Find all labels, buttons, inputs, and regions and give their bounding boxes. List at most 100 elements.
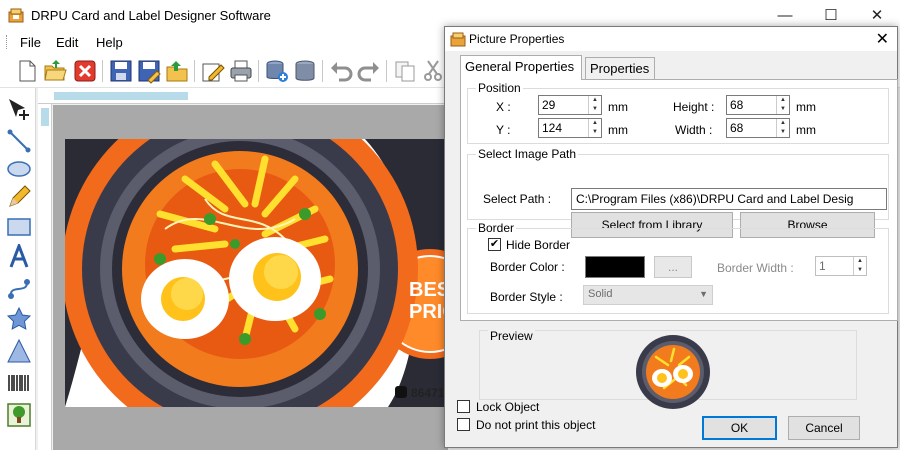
drawing-tools-panel: [0, 88, 36, 450]
phone-icon: [395, 386, 407, 398]
text-tool-icon[interactable]: [6, 244, 32, 270]
toolbar-separator: [194, 60, 195, 82]
border-width-value: 1: [819, 259, 826, 273]
tab-properties[interactable]: Properties: [585, 57, 655, 79]
preview-image: [636, 335, 710, 409]
do-not-print-label: Do not print this object: [476, 418, 596, 432]
select-move-icon[interactable]: [6, 96, 32, 122]
cut-icon[interactable]: [420, 58, 446, 84]
window-title: DRPU Card and Label Designer Software: [31, 8, 271, 23]
height-spinner[interactable]: 68 ▲ ▼: [726, 95, 790, 115]
height-value: 68: [730, 98, 744, 112]
close-document-icon[interactable]: [72, 58, 98, 84]
phone-text: 86471: [411, 386, 445, 400]
toolbar-separator: [102, 60, 103, 82]
dialog-title: Picture Properties: [469, 32, 565, 46]
food-bowl-image[interactable]: [65, 139, 448, 407]
menu-file[interactable]: File: [20, 35, 41, 50]
rectangle-tool-icon[interactable]: [6, 214, 32, 240]
general-properties-panel: Position X : 29 ▲ ▼ mm Y : 124 ▲ ▼ mm Heig…: [460, 79, 898, 321]
do-not-print-checkbox[interactable]: [457, 418, 470, 431]
height-unit: mm: [796, 100, 816, 114]
position-group-title: Position: [476, 81, 523, 95]
y-spinner[interactable]: 124 ▲ ▼: [538, 118, 602, 138]
border-color-more-button[interactable]: ...: [654, 256, 692, 278]
position-group: Position X : 29 ▲ ▼ mm Y : 124 ▲ ▼ mm Heig…: [467, 81, 889, 144]
cancel-button[interactable]: Cancel: [788, 416, 860, 440]
height-label: Height :: [673, 100, 715, 114]
width-label: Width :: [675, 123, 713, 137]
print-icon[interactable]: [228, 58, 254, 84]
pencil-tool-icon[interactable]: [6, 184, 32, 210]
lock-object-checkbox[interactable]: [457, 400, 470, 413]
border-width-label: Border Width :: [717, 261, 794, 275]
x-spinner[interactable]: 29 ▲ ▼: [538, 95, 602, 115]
spinner-arrows-icon[interactable]: ▲ ▼: [776, 96, 789, 114]
border-width-spinner[interactable]: 1 ▲ ▼: [815, 256, 867, 276]
select-path-label: Select Path :: [483, 192, 552, 206]
ruler-selection-marker: [41, 108, 49, 126]
border-style-value: Solid: [588, 288, 613, 300]
hide-border-label: Hide Border: [506, 238, 571, 252]
x-value: 29: [542, 98, 556, 112]
border-style-select[interactable]: Solid ▼: [583, 285, 713, 305]
toolbar-separator: [386, 60, 387, 82]
border-color-swatch[interactable]: [585, 256, 645, 278]
x-label: X :: [496, 100, 511, 114]
save-icon[interactable]: [108, 58, 134, 84]
menu-edit[interactable]: Edit: [56, 35, 78, 50]
line-tool-icon[interactable]: [6, 128, 32, 154]
toolbar-separator: [322, 60, 323, 82]
vertical-ruler: [38, 104, 52, 450]
new-file-icon[interactable]: [14, 58, 40, 84]
barcode-tool-icon[interactable]: [6, 370, 32, 396]
preview-box: Preview: [479, 329, 857, 409]
width-spinner[interactable]: 68 ▲ ▼: [726, 118, 790, 138]
copy-icon[interactable]: [392, 58, 418, 84]
open-folder-icon[interactable]: [42, 58, 68, 84]
ok-button[interactable]: OK: [702, 416, 777, 440]
menu-help[interactable]: Help: [96, 35, 123, 50]
spinner-arrows-icon[interactable]: ▲ ▼: [853, 257, 866, 275]
triangle-tool-icon[interactable]: [6, 338, 32, 364]
lock-object-label: Lock Object: [476, 400, 540, 414]
hide-border-checkbox[interactable]: ✔: [488, 238, 501, 251]
best-price-sign: BEST PRIC: [409, 279, 448, 323]
card-design[interactable]: BEST PRIC 86471: [65, 139, 448, 407]
border-color-label: Border Color :: [490, 260, 565, 274]
dialog-app-icon: [450, 32, 466, 47]
database-add-icon[interactable]: [264, 58, 290, 84]
toolbar-separator: [258, 60, 259, 82]
spinner-arrows-icon[interactable]: ▲ ▼: [588, 96, 601, 114]
spinner-arrows-icon[interactable]: ▲ ▼: [588, 119, 601, 137]
app-logo-icon: [8, 8, 24, 23]
database-icon[interactable]: [292, 58, 318, 84]
star-tool-icon[interactable]: [6, 306, 32, 332]
dialog-title-bar: Picture Properties ✕: [445, 27, 897, 51]
menu-grip: [6, 35, 9, 49]
picture-tool-icon[interactable]: [6, 402, 32, 428]
width-value: 68: [730, 121, 744, 135]
edit-pencil-icon[interactable]: [200, 58, 226, 84]
redo-icon[interactable]: [356, 58, 382, 84]
preview-title: Preview: [488, 329, 535, 343]
curve-tool-icon[interactable]: [6, 276, 32, 302]
border-style-label: Border Style :: [490, 290, 563, 304]
export-folder-icon[interactable]: [164, 58, 190, 84]
sign-text-line1: BEST: [409, 279, 448, 301]
phone-number: 86471: [395, 386, 444, 400]
border-group-title: Border: [476, 221, 517, 235]
tab-general-properties[interactable]: General Properties: [460, 55, 582, 80]
save-as-icon[interactable]: [136, 58, 162, 84]
y-value: 124: [542, 121, 563, 135]
spinner-arrows-icon[interactable]: ▲ ▼: [776, 119, 789, 137]
image-path-group-title: Select Image Path: [476, 147, 579, 161]
undo-icon[interactable]: [328, 58, 354, 84]
y-unit: mm: [608, 123, 628, 137]
y-label: Y :: [496, 123, 511, 137]
image-path-field[interactable]: C:\Program Files (x86)\DRPU Card and Lab…: [571, 188, 887, 210]
ellipse-tool-icon[interactable]: [6, 156, 32, 182]
image-path-group: Select Image Path: [467, 147, 889, 220]
dialog-close-button[interactable]: ✕: [876, 29, 889, 49]
design-canvas[interactable]: BEST PRIC 86471: [53, 105, 448, 450]
